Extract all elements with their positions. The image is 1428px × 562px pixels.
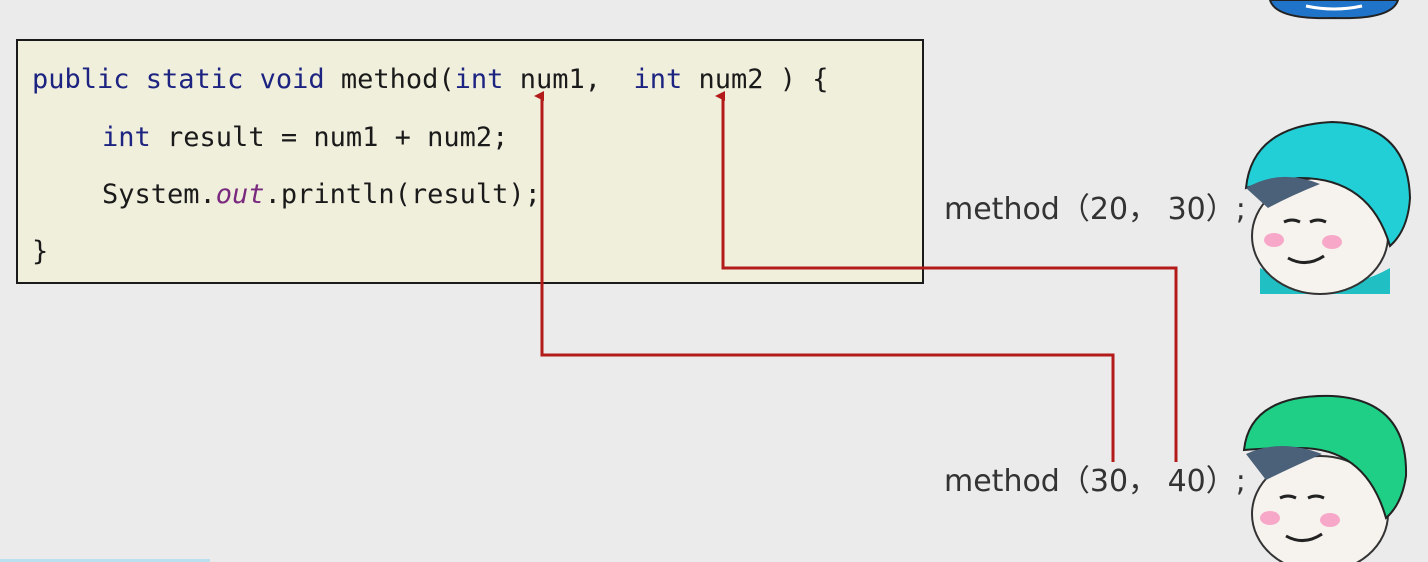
helmet-avatar-icon — [1244, 120, 1412, 295]
helmet-avatar-icon — [1268, 0, 1400, 20]
helmet-avatar-icon — [1242, 394, 1408, 562]
arrow-to-num2 — [715, 91, 1178, 462]
arrow-to-num1 — [534, 91, 1115, 462]
arrow-connectors — [534, 91, 1178, 462]
